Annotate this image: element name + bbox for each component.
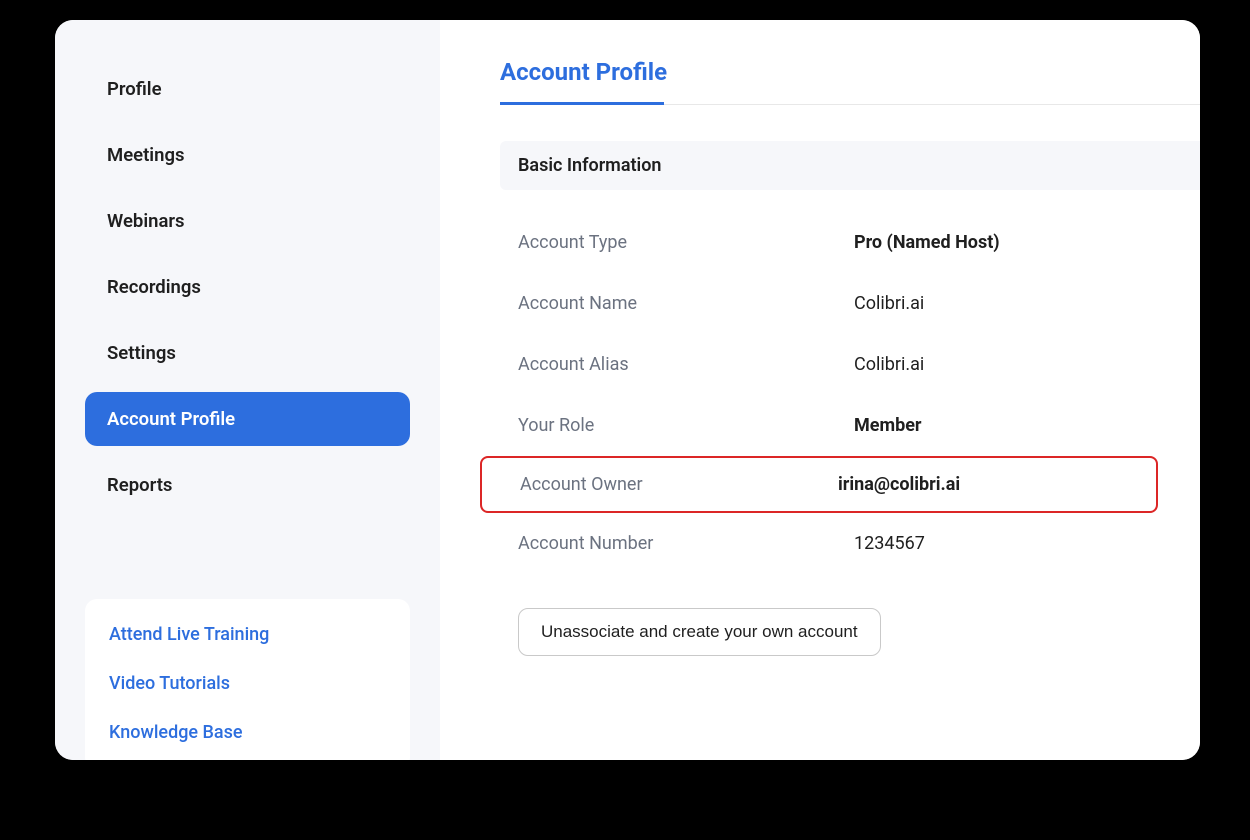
value-account-name: Colibri.ai — [854, 293, 924, 314]
nav-item-reports[interactable]: Reports — [85, 458, 410, 512]
label-account-owner: Account Owner — [520, 474, 838, 495]
row-account-name: Account Name Colibri.ai — [500, 273, 1200, 334]
help-link-video-tutorials[interactable]: Video Tutorials — [109, 673, 386, 694]
label-account-alias: Account Alias — [518, 354, 854, 375]
tab-header: Account Profile — [500, 58, 1200, 105]
sidebar-nav: Profile Meetings Webinars Recordings Set… — [85, 62, 410, 524]
value-account-number: 1234567 — [854, 533, 925, 554]
label-account-type: Account Type — [518, 232, 854, 253]
label-your-role: Your Role — [518, 415, 854, 436]
row-account-type: Account Type Pro (Named Host) — [500, 212, 1200, 273]
section-header-basic-info: Basic Information — [500, 141, 1200, 190]
value-your-role: Member — [854, 415, 922, 436]
nav-item-recordings[interactable]: Recordings — [85, 260, 410, 314]
nav-item-meetings[interactable]: Meetings — [85, 128, 410, 182]
nav-item-webinars[interactable]: Webinars — [85, 194, 410, 248]
row-account-owner: Account Owner irina@colibri.ai — [480, 456, 1158, 513]
help-box: Attend Live Training Video Tutorials Kno… — [85, 599, 410, 760]
unassociate-button[interactable]: Unassociate and create your own account — [518, 608, 881, 656]
tab-indicator — [500, 102, 664, 105]
page-title: Account Profile — [500, 58, 667, 104]
app-window: Profile Meetings Webinars Recordings Set… — [55, 20, 1200, 760]
row-your-role: Your Role Member — [500, 395, 1200, 456]
action-row: Unassociate and create your own account — [518, 608, 1200, 656]
info-rows: Account Type Pro (Named Host) Account Na… — [500, 212, 1200, 574]
row-account-number: Account Number 1234567 — [500, 513, 1200, 574]
tab-underline — [500, 104, 1200, 105]
label-account-number: Account Number — [518, 533, 854, 554]
help-link-knowledge-base[interactable]: Knowledge Base — [109, 722, 386, 743]
nav-item-settings[interactable]: Settings — [85, 326, 410, 380]
value-account-type: Pro (Named Host) — [854, 232, 1000, 253]
nav-item-account-profile[interactable]: Account Profile — [85, 392, 410, 446]
help-link-live-training[interactable]: Attend Live Training — [109, 624, 386, 645]
value-account-owner: irina@colibri.ai — [838, 474, 960, 495]
label-account-name: Account Name — [518, 293, 854, 314]
main-content: Account Profile Basic Information Accoun… — [440, 20, 1200, 760]
sidebar: Profile Meetings Webinars Recordings Set… — [55, 20, 440, 760]
row-account-alias: Account Alias Colibri.ai — [500, 334, 1200, 395]
value-account-alias: Colibri.ai — [854, 354, 924, 375]
nav-item-profile[interactable]: Profile — [85, 62, 410, 116]
